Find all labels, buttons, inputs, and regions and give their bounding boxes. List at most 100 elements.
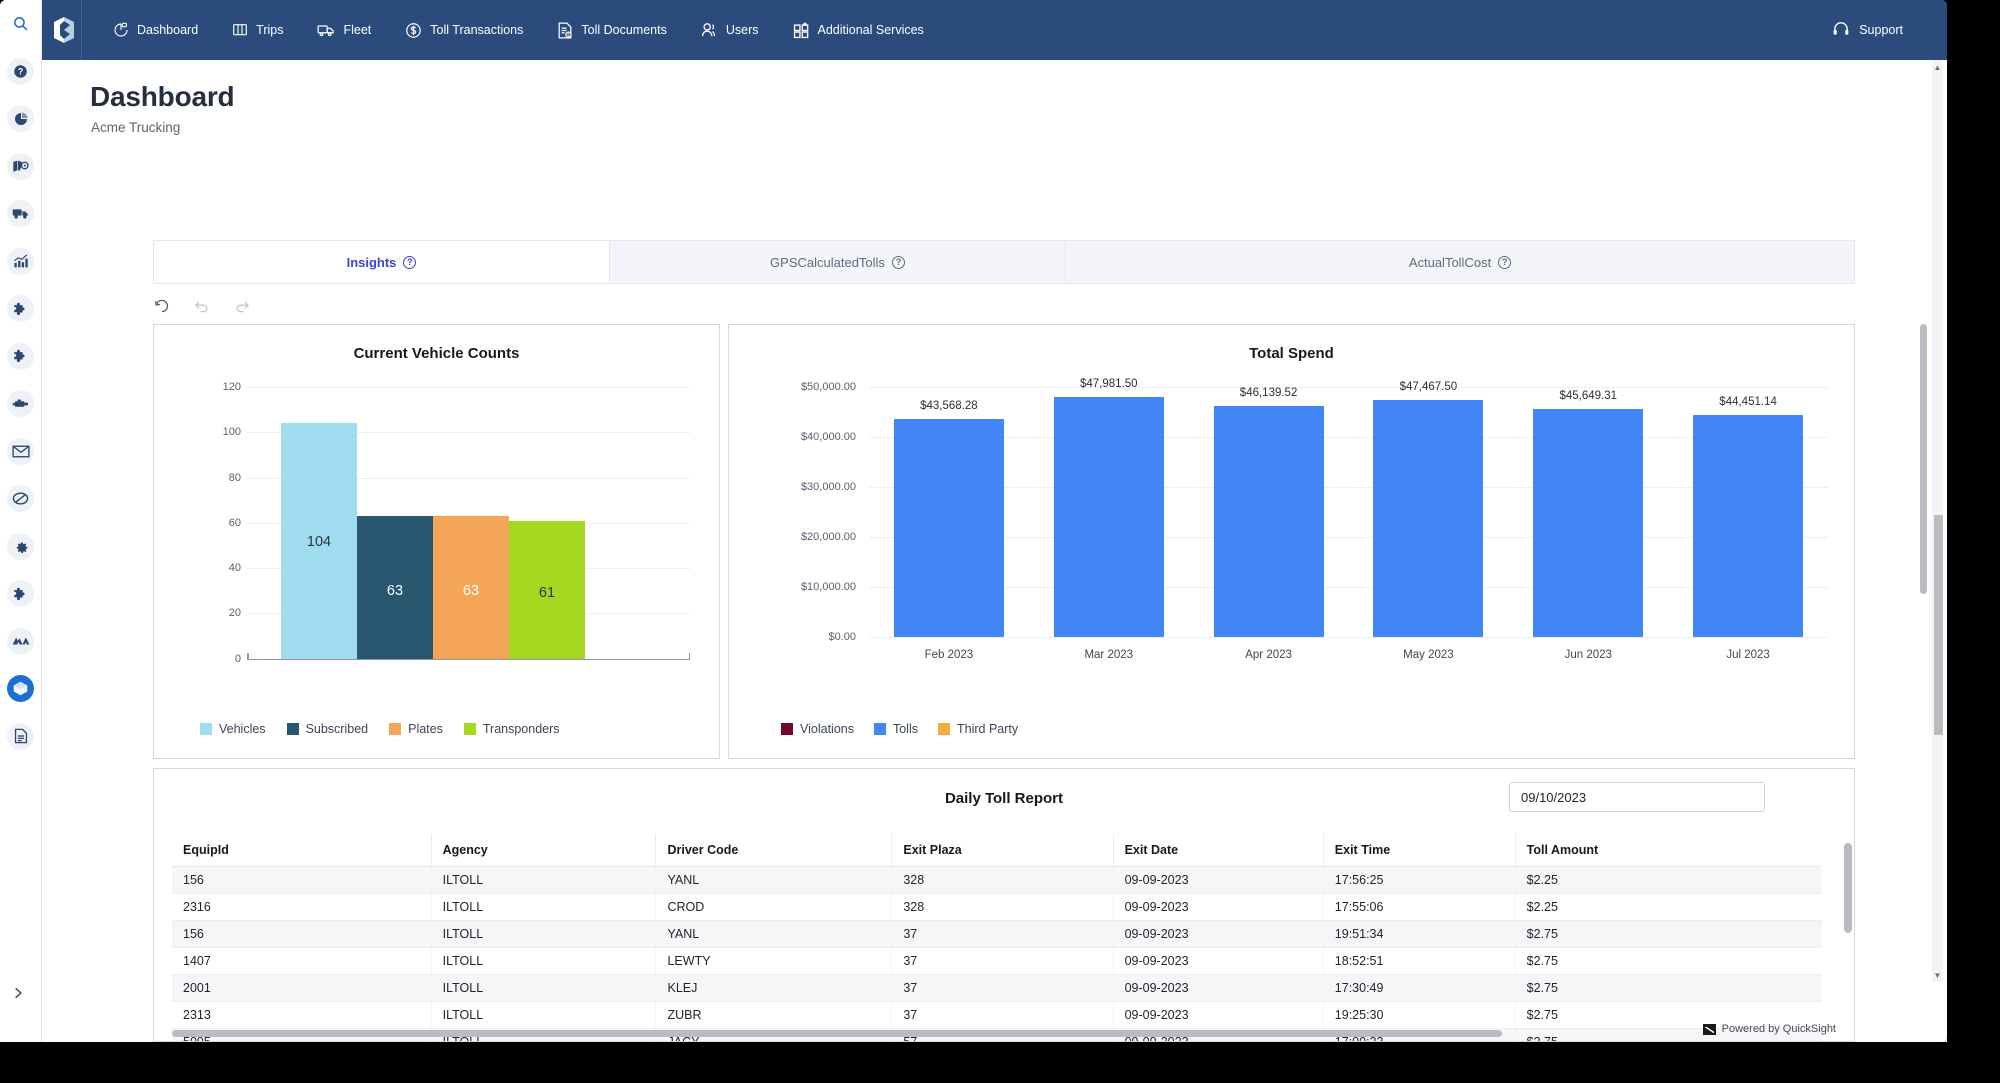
table-column-header[interactable]: Exit Date: [1113, 834, 1323, 867]
tab-gpscalculatedtolls[interactable]: GPSCalculatedTolls ?: [610, 241, 1066, 283]
legend-item[interactable]: Transponders: [464, 722, 560, 736]
cube-icon[interactable]: [7, 675, 34, 702]
y-axis-tick-label: 60: [201, 517, 241, 529]
legend-item[interactable]: Vehicles: [200, 722, 266, 736]
main-scrollbar-thumb[interactable]: [1934, 515, 1943, 735]
table-row[interactable]: 2001ILTOLLKLEJ3709-09-202317:30:49$2.75: [172, 975, 1822, 1002]
nav-item-fleet[interactable]: Fleet: [300, 0, 388, 60]
scroll-up-arrow[interactable]: ▲: [1932, 60, 1943, 74]
report-icon[interactable]: [7, 723, 34, 750]
table-cell: 2001: [172, 975, 431, 1002]
help-circle-icon[interactable]: ?: [403, 256, 416, 269]
table-horizontal-scrollbar[interactable]: [172, 1030, 1502, 1037]
bar[interactable]: [1373, 400, 1483, 637]
legend-label: Plates: [408, 722, 443, 736]
search-icon[interactable]: [7, 10, 34, 37]
truck-icon[interactable]: [7, 200, 34, 227]
analytics-icon[interactable]: [7, 248, 34, 275]
table-vertical-scrollbar[interactable]: [1844, 843, 1852, 933]
panels-scrollbar-thumb[interactable]: [1920, 324, 1927, 594]
gridline: [869, 637, 1828, 638]
nav-item-dashboard[interactable]: Dashboard: [96, 0, 215, 60]
nav-item-additional-services[interactable]: Additional Services: [776, 0, 941, 60]
users-icon: [701, 22, 718, 38]
help-circle-icon[interactable]: ?: [1498, 256, 1511, 269]
x-axis-tick-label: Jun 2023: [1565, 649, 1612, 661]
reset-icon[interactable]: [153, 297, 171, 315]
nav-label: Toll Transactions: [430, 23, 523, 37]
bar[interactable]: 104: [281, 423, 357, 658]
table-cell: $2.75: [1515, 975, 1822, 1002]
table-cell: 19:25:30: [1323, 1002, 1515, 1029]
table-cell: ZUBR: [656, 1002, 892, 1029]
table-cell: 37: [892, 948, 1113, 975]
gear-icon[interactable]: [7, 533, 34, 560]
x-axis-tick-label: Jul 2023: [1726, 649, 1769, 661]
bar[interactable]: 63: [357, 516, 433, 659]
pie-chart-icon[interactable]: [7, 105, 34, 132]
bar[interactable]: [1533, 409, 1643, 637]
document-dollar-icon: $: [557, 22, 573, 39]
table-cell: 328: [892, 894, 1113, 921]
bar[interactable]: 61: [509, 521, 585, 659]
brand-logo-icon[interactable]: [47, 0, 82, 60]
legend-item[interactable]: Violations: [781, 722, 854, 736]
table-column-header[interactable]: Exit Plaza: [892, 834, 1113, 867]
y-axis-tick-label: 100: [201, 426, 241, 438]
redo-icon[interactable]: [233, 297, 251, 315]
table-cell: 09-09-2023: [1113, 1002, 1323, 1029]
puzzle-icon-2[interactable]: [7, 343, 34, 370]
table-column-header[interactable]: Exit Time: [1323, 834, 1515, 867]
expand-sidebar-button[interactable]: [8, 983, 28, 1003]
help-icon[interactable]: ?: [7, 58, 34, 85]
table-cell: 09-09-2023: [1113, 921, 1323, 948]
panel-daily-toll-report: Daily Toll Report 09/10/2023 EquipIdAgen…: [153, 768, 1855, 1042]
legend-item[interactable]: Tolls: [874, 722, 918, 736]
table-cell: 2313: [172, 1002, 431, 1029]
quicksight-logo-icon: [1703, 1024, 1716, 1035]
table-row[interactable]: 2313ILTOLLZUBR3709-09-202319:25:30$2.75: [172, 1002, 1822, 1029]
nav-item-toll-transactions[interactable]: Toll Transactions: [388, 0, 540, 60]
bar-value-label: $44,451.14: [1719, 396, 1777, 408]
table-column-header[interactable]: Driver Code: [656, 834, 892, 867]
bar-value-label: 63: [357, 583, 433, 599]
help-circle-icon[interactable]: ?: [892, 256, 905, 269]
nav-item-users[interactable]: Users: [684, 0, 776, 60]
legend-item[interactable]: Third Party: [938, 722, 1018, 736]
table-column-header[interactable]: Toll Amount: [1515, 834, 1822, 867]
chart-panel-row: Current Vehicle Counts 020406080100120 1…: [153, 324, 1855, 759]
tab-actualtollcost[interactable]: ActualTollCost ?: [1066, 241, 1854, 283]
mail-icon[interactable]: [7, 438, 34, 465]
table-column-header[interactable]: Agency: [431, 834, 656, 867]
bar[interactable]: [1054, 397, 1164, 637]
scroll-down-arrow[interactable]: ▼: [1932, 968, 1943, 982]
map-pin-icon[interactable]: [7, 153, 34, 180]
support-button[interactable]: Support: [1832, 0, 1903, 60]
nav-item-toll-documents[interactable]: $ Toll Documents: [540, 0, 683, 60]
bar[interactable]: [1693, 415, 1803, 637]
bar[interactable]: [1214, 406, 1324, 637]
table-row[interactable]: 1407ILTOLLLEWTY3709-09-202318:52:51$2.75: [172, 948, 1822, 975]
bar[interactable]: 63: [433, 516, 509, 659]
no-entry-icon[interactable]: [7, 485, 34, 512]
puzzle-icon[interactable]: [7, 295, 34, 322]
bar[interactable]: [894, 419, 1004, 637]
svg-text:$: $: [568, 32, 571, 37]
table-row[interactable]: 2316ILTOLLCROD32809-09-202317:55:06$2.25: [172, 894, 1822, 921]
tab-insights[interactable]: Insights ?: [154, 241, 610, 283]
chart-legend: Vehicles Subscribed Plates Transponders: [200, 722, 560, 736]
undo-icon[interactable]: [193, 297, 211, 315]
legend-item[interactable]: Subscribed: [287, 722, 369, 736]
table-row[interactable]: 156ILTOLLYANL32809-09-202317:56:25$2.25: [172, 867, 1822, 894]
report-date-input[interactable]: 09/10/2023: [1509, 782, 1765, 812]
legend-swatch: [200, 723, 212, 735]
dashboard-tabs: Insights ? GPSCalculatedTolls ? ActualTo…: [153, 240, 1855, 284]
puzzle-icon-3[interactable]: [7, 580, 34, 607]
table-column-header[interactable]: EquipId: [172, 834, 431, 867]
legend-item[interactable]: Plates: [389, 722, 443, 736]
route-icon[interactable]: [7, 628, 34, 655]
table-row[interactable]: 156ILTOLLYANL3709-09-202319:51:34$2.75: [172, 921, 1822, 948]
svg-text:?: ?: [18, 66, 23, 76]
nav-item-trips[interactable]: Trips: [215, 0, 300, 60]
engine-icon[interactable]: [7, 390, 34, 417]
